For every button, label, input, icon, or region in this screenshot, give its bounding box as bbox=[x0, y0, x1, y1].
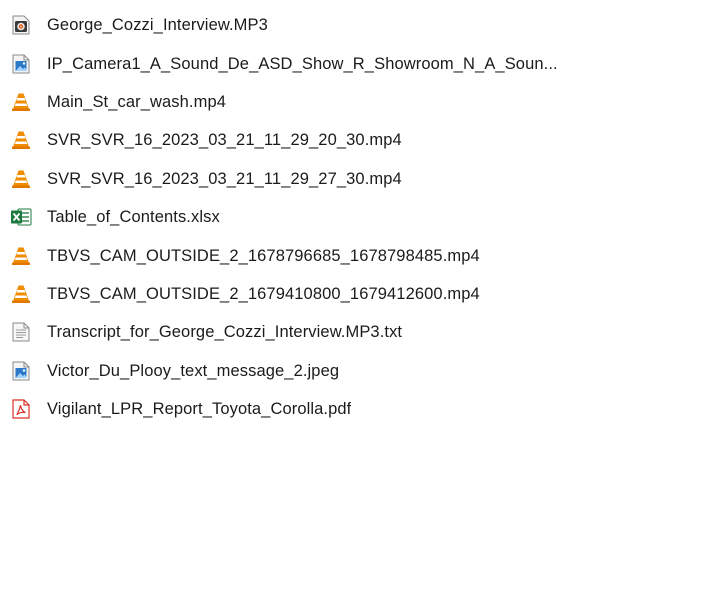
vlc-cone-icon bbox=[10, 91, 32, 113]
file-item[interactable]: SVR_SVR_16_2023_03_21_11_29_27_30.mp4 bbox=[0, 160, 726, 198]
file-name: SVR_SVR_16_2023_03_21_11_29_27_30.mp4 bbox=[47, 169, 402, 188]
file-name: Transcript_for_George_Cozzi_Interview.MP… bbox=[47, 323, 403, 342]
text-file-icon bbox=[10, 321, 32, 343]
file-item[interactable]: SVR_SVR_16_2023_03_21_11_29_20_30.mp4 bbox=[0, 121, 726, 159]
file-name: TBVS_CAM_OUTSIDE_2_1678796685_1678798485… bbox=[47, 246, 480, 265]
file-name: Table_of_Contents.xlsx bbox=[47, 208, 220, 227]
file-item[interactable]: George_Cozzi_Interview.MP3 bbox=[0, 6, 726, 44]
file-item[interactable]: Table_of_Contents.xlsx bbox=[0, 198, 726, 236]
file-item[interactable]: Transcript_for_George_Cozzi_Interview.MP… bbox=[0, 313, 726, 351]
file-name: George_Cozzi_Interview.MP3 bbox=[47, 16, 268, 35]
file-list: George_Cozzi_Interview.MP3 IP_Camera1_A_… bbox=[0, 0, 726, 600]
vlc-cone-icon bbox=[10, 129, 32, 151]
file-item[interactable]: IP_Camera1_A_Sound_De_ASD_Show_R_Showroo… bbox=[0, 44, 726, 82]
image-file-icon bbox=[10, 53, 32, 75]
file-name: Victor_Du_Plooy_text_message_2.jpeg bbox=[47, 361, 340, 380]
file-name: SVR_SVR_16_2023_03_21_11_29_20_30.mp4 bbox=[47, 131, 402, 150]
pdf-file-icon bbox=[10, 398, 32, 420]
file-name: Main_St_car_wash.mp4 bbox=[47, 92, 227, 111]
audio-file-icon bbox=[10, 14, 32, 36]
file-item[interactable]: TBVS_CAM_OUTSIDE_2_1678796685_1678798485… bbox=[0, 236, 726, 274]
vlc-cone-icon bbox=[10, 168, 32, 190]
file-name: IP_Camera1_A_Sound_De_ASD_Show_R_Showroo… bbox=[47, 54, 558, 73]
file-item[interactable]: Vigilant_LPR_Report_Toyota_Corolla.pdf bbox=[0, 390, 726, 428]
file-item[interactable]: Main_St_car_wash.mp4 bbox=[0, 83, 726, 121]
vlc-cone-icon bbox=[10, 245, 32, 267]
vlc-cone-icon bbox=[10, 283, 32, 305]
file-name: Vigilant_LPR_Report_Toyota_Corolla.pdf bbox=[47, 400, 352, 419]
file-name: TBVS_CAM_OUTSIDE_2_1679410800_1679412600… bbox=[47, 284, 480, 303]
file-item[interactable]: Victor_Du_Plooy_text_message_2.jpeg bbox=[0, 352, 726, 390]
excel-file-icon bbox=[10, 206, 32, 228]
file-item[interactable]: TBVS_CAM_OUTSIDE_2_1679410800_1679412600… bbox=[0, 275, 726, 313]
image-file-icon bbox=[10, 360, 32, 382]
